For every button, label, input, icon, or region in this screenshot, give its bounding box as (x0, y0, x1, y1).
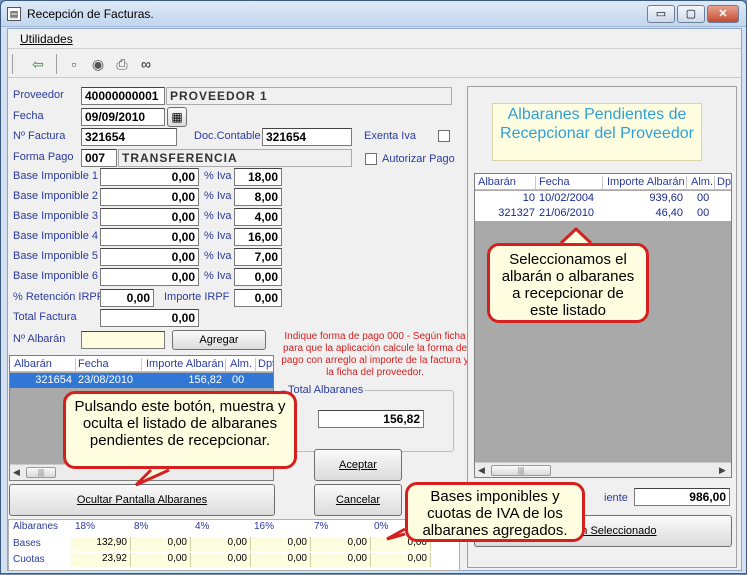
main-window: ▤ Recepción de Facturas. ▭ ▢ ✕ Utilidade… (0, 0, 747, 574)
callout-arrow (386, 527, 406, 541)
callout-arrows (134, 226, 593, 541)
callout-arrow (559, 226, 593, 245)
callout-arrow (134, 468, 170, 487)
